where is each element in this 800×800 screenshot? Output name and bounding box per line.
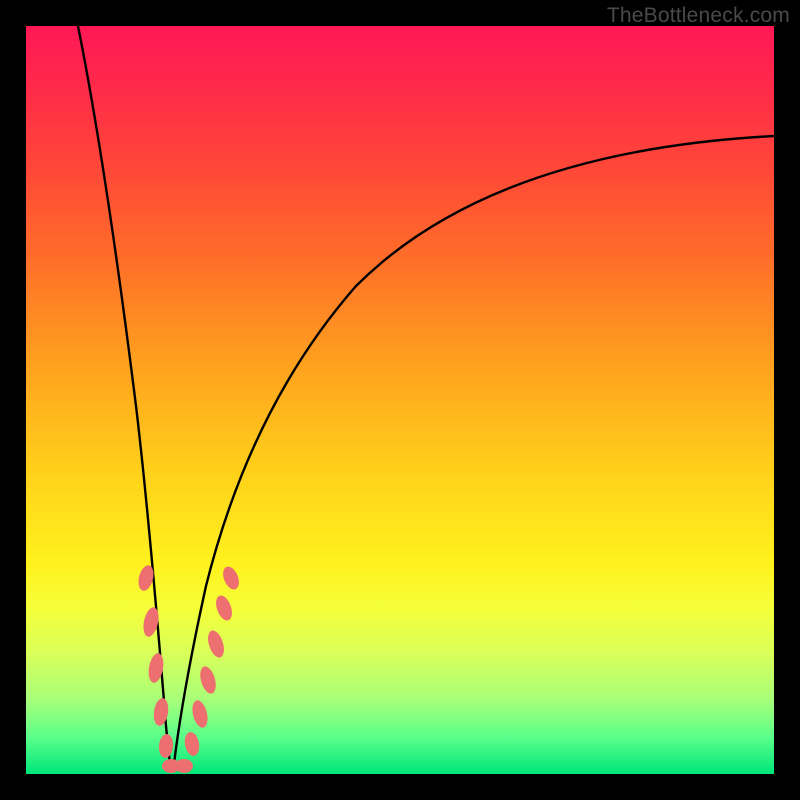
curve-layer xyxy=(26,26,774,774)
right-curve xyxy=(173,136,774,772)
watermark-text: TheBottleneck.com xyxy=(607,4,790,28)
plot-frame xyxy=(26,26,774,774)
